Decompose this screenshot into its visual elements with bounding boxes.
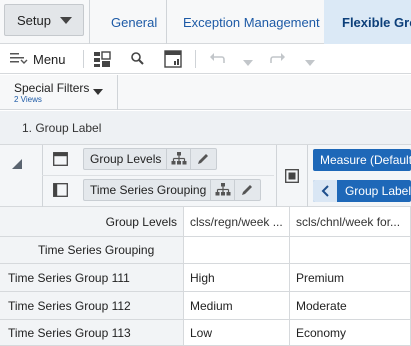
column-header-label: scls/chnl/week for... (296, 214, 401, 229)
toolbar-divider (195, 50, 196, 68)
group-levels-chip-label: Group Levels (90, 152, 162, 166)
tab-exception-management[interactable]: Exception Management (183, 0, 320, 44)
layout-icon[interactable] (93, 51, 111, 71)
pivot-row-divider (42, 175, 274, 176)
time-series-grouping-header: Time Series Grouping (0, 237, 184, 264)
measure-chip[interactable]: Measure (Default (313, 149, 411, 171)
data-grid: Group Levels Time Series Grouping clss/r… (0, 207, 411, 346)
time-series-grouping-chip-label: Time Series Grouping (90, 183, 207, 197)
special-filters-views-count: 2 Views (14, 95, 42, 104)
tab-flexible-grouping[interactable]: Flexible Gro (324, 0, 411, 44)
table-cell[interactable]: Moderate (290, 292, 411, 320)
toolbar-divider (83, 50, 84, 68)
tab-divider (89, 0, 90, 44)
top-tab-bar: Setup General Exception Management Flexi… (0, 0, 411, 44)
group-levels-chip[interactable]: Group Levels (83, 148, 217, 170)
table-cell[interactable]: Low (184, 320, 290, 346)
table-cell[interactable]: Economy (290, 320, 411, 346)
cell-value: High (190, 270, 215, 285)
hierarchy-icon[interactable] (210, 180, 234, 200)
special-filters-dropdown[interactable]: Special Filters 2 Views (0, 75, 118, 110)
pivot-toggle-icon[interactable] (285, 169, 299, 186)
pivot-divider (307, 145, 308, 207)
menu-icon (10, 53, 28, 64)
tab-general[interactable]: General (111, 0, 157, 44)
toolbar: Menu (0, 44, 411, 74)
row-label: Time Series Group 111 (8, 270, 130, 285)
table-cell[interactable]: Medium (184, 292, 290, 320)
table-row-header: Time Series Group 111 (0, 264, 184, 292)
group-label-title: 1. Group Label (22, 121, 102, 135)
chevron-down-icon (93, 89, 103, 95)
group-label-chip-label: Group Label (344, 184, 411, 198)
menu-button[interactable]: Menu (10, 49, 66, 69)
special-filters-bar: Special Filters 2 Views (0, 75, 411, 110)
redo-icon[interactable] (270, 52, 286, 69)
table-cell[interactable]: Premium (290, 264, 411, 292)
tab-divider (166, 0, 167, 44)
table-row-header: Time Series Group 112 (0, 292, 184, 320)
group-label-chip[interactable]: Group Label (313, 180, 411, 202)
special-filters-label: Special Filters (14, 81, 90, 95)
chart-view-icon[interactable] (164, 50, 182, 71)
row-label: Time Series Group 113 (8, 325, 131, 340)
tab-flexible-grouping-label: Flexible Gro (342, 14, 411, 30)
redo-dropdown-icon[interactable] (305, 56, 315, 70)
chevron-left-icon[interactable] (313, 180, 337, 202)
cell-value: Medium (190, 298, 233, 313)
hierarchy-icon[interactable] (166, 149, 190, 169)
measure-chip-label: Measure (Default (320, 153, 411, 167)
chevron-down-icon (59, 16, 72, 24)
table-cell[interactable]: High (184, 264, 290, 292)
time-series-grouping-chip[interactable]: Time Series Grouping (83, 179, 261, 201)
column-header-spacer (290, 237, 411, 264)
edit-icon[interactable] (190, 149, 214, 169)
table-row-header: Time Series Group 113 (0, 320, 184, 346)
cell-value: Low (190, 325, 213, 340)
column-layout-icon (53, 183, 68, 200)
cell-value: Premium (296, 270, 345, 285)
edit-icon[interactable] (234, 180, 258, 200)
row-label: Time Series Group 112 (8, 298, 131, 313)
time-series-grouping-header-label: Time Series Grouping (38, 243, 155, 257)
row-layout-icon (53, 152, 68, 169)
setup-button-label: Setup (17, 12, 51, 28)
column-header-spacer (184, 237, 290, 264)
tab-exception-management-label: Exception Management (183, 14, 320, 30)
search-icon[interactable] (130, 51, 146, 70)
column-header[interactable]: scls/chnl/week for... (290, 207, 411, 237)
group-levels-header: Group Levels (0, 207, 184, 237)
undo-icon[interactable] (209, 52, 225, 69)
collapse-corner-icon[interactable] (12, 159, 22, 169)
column-header-label: clss/regn/week ... (190, 214, 283, 229)
cell-value: Moderate (296, 298, 347, 313)
group-label-row: 1. Group Label (0, 111, 411, 145)
pivot-divider (276, 145, 277, 207)
pivot-layout-area: Group Levels Time Series Grouping Measur… (0, 145, 411, 207)
column-header[interactable]: clss/regn/week ... (184, 207, 290, 237)
group-levels-header-label: Group Levels (105, 214, 177, 229)
setup-button[interactable]: Setup (4, 4, 84, 36)
undo-dropdown-icon[interactable] (243, 56, 253, 70)
menu-label: Menu (33, 51, 66, 67)
pivot-divider (42, 145, 43, 207)
tab-general-label: General (111, 14, 158, 30)
cell-value: Economy (296, 325, 347, 340)
